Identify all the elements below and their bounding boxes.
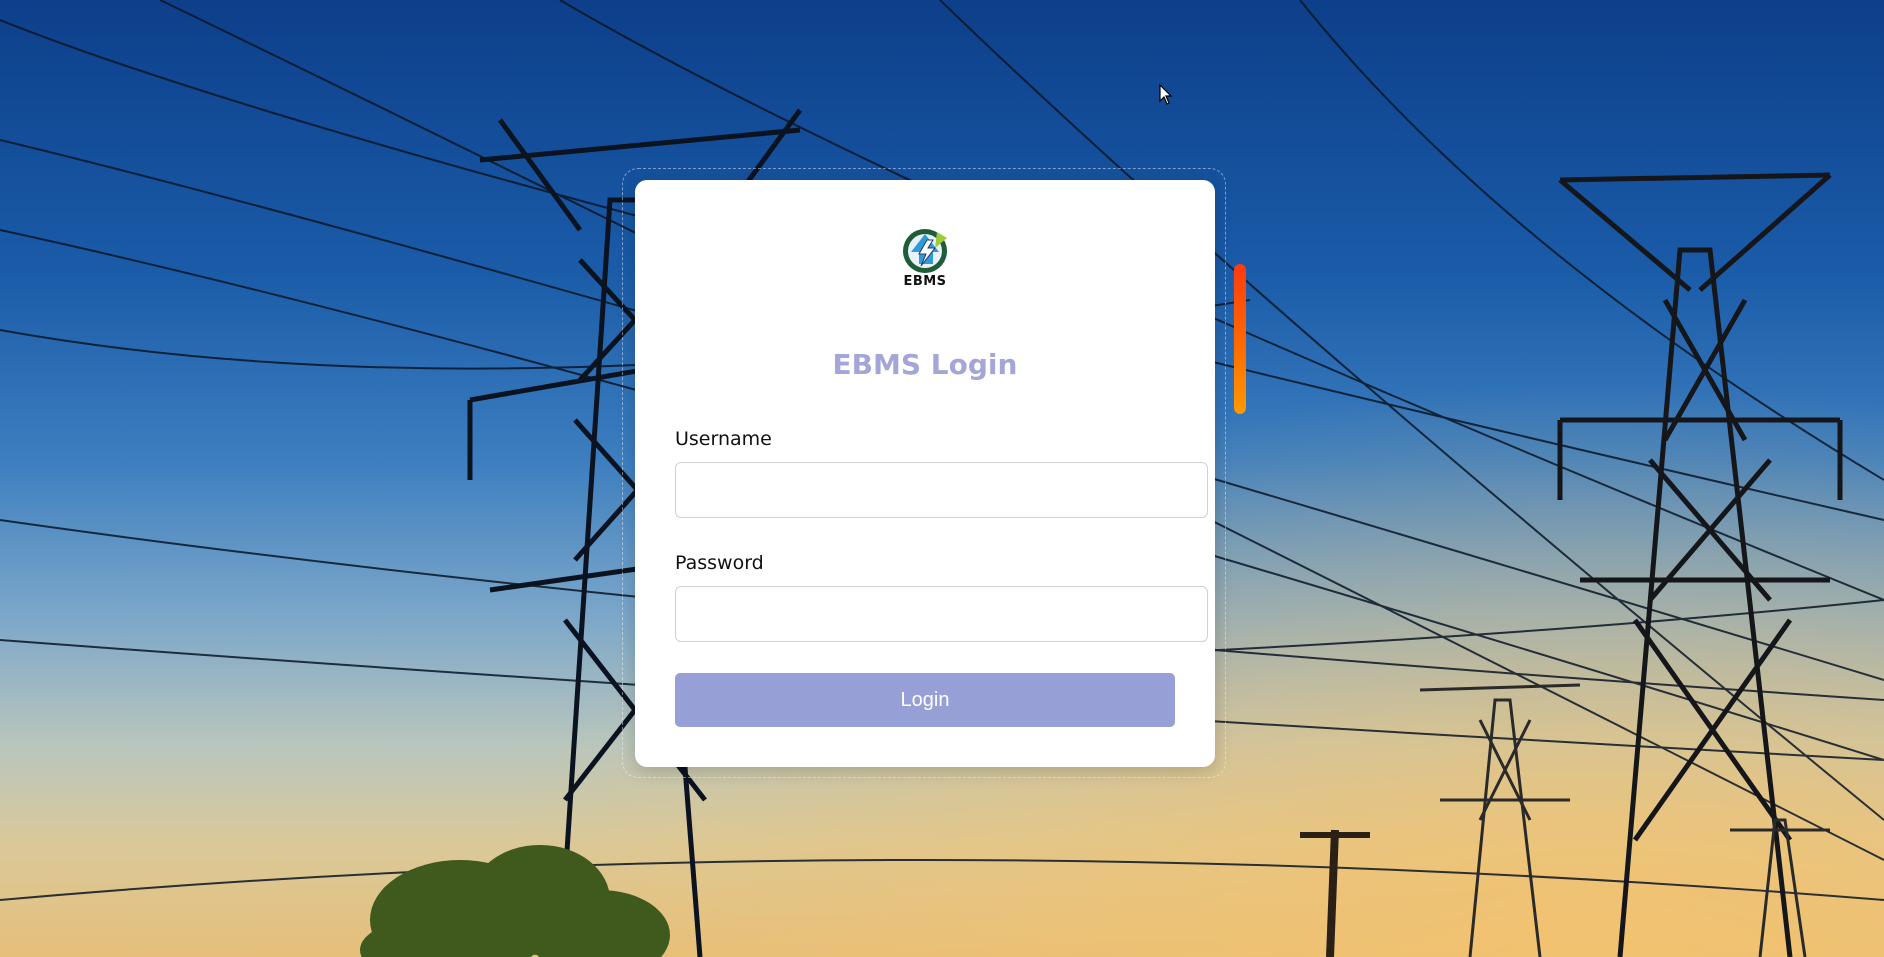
login-card: EBMS EBMS Login Username Password Login [635, 180, 1215, 767]
username-input[interactable] [675, 462, 1208, 518]
mouse-pointer-icon [1159, 84, 1173, 105]
ebms-logo-icon [903, 229, 947, 273]
accent-bar [1234, 264, 1246, 414]
page-title: EBMS Login [832, 348, 1018, 381]
username-label: Username [675, 428, 772, 450]
password-label: Password [675, 552, 764, 574]
login-page-background: EBMS EBMS Login Username Password Login [0, 0, 1884, 957]
ebms-logo: EBMS [897, 224, 953, 292]
password-input[interactable] [675, 586, 1208, 642]
logo-text: EBMS [903, 274, 947, 289]
login-button[interactable]: Login [675, 673, 1175, 727]
